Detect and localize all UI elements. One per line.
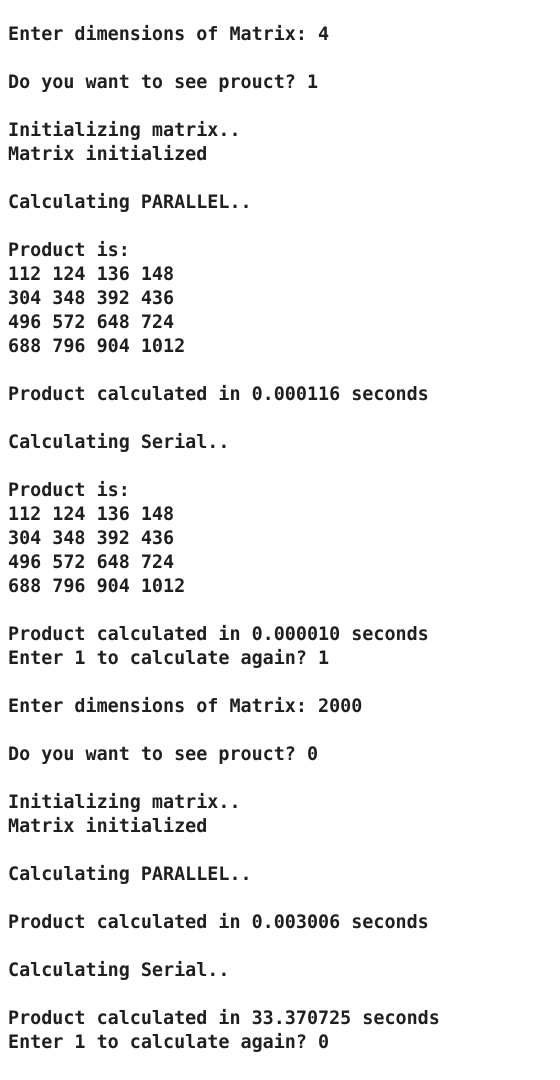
console-line: Enter 1 to calculate again? 0 (8, 1032, 330, 1053)
console-line: Calculating Serial.. (8, 960, 230, 981)
console-line: 688 796 904 1012 (8, 576, 186, 597)
console-line: 304 348 392 436 (8, 288, 175, 309)
console-line: Do you want to see prouct? 0 (8, 744, 319, 765)
console-line: 496 572 648 724 (8, 552, 175, 573)
console-line: Initializing matrix.. (8, 792, 241, 813)
console-line: Product is: (8, 480, 130, 501)
console-line: Calculating PARALLEL.. (8, 192, 252, 213)
console-line: Enter 1 to calculate again? 1 (8, 648, 330, 669)
console-line: Matrix initialized (8, 144, 208, 165)
console-line: Do you want to see prouct? 1 (8, 72, 319, 93)
console-line: 112 124 136 148 (8, 504, 175, 525)
console-line: Matrix initialized (8, 816, 208, 837)
console-line: Product calculated in 0.000116 seconds (8, 384, 429, 405)
console-line: Product calculated in 0.000010 seconds (8, 624, 429, 645)
console-line: 496 572 648 724 (8, 312, 175, 333)
console-line: Calculating PARALLEL.. (8, 864, 252, 885)
console-line: Calculating Serial.. (8, 432, 230, 453)
console-line: 304 348 392 436 (8, 528, 175, 549)
console-line: 112 124 136 148 (8, 264, 175, 285)
console-line: Enter dimensions of Matrix: 2000 (8, 696, 363, 717)
console-line: Initializing matrix.. (8, 120, 241, 141)
console-line: Product is: (8, 240, 130, 261)
console-output[interactable]: Enter dimensions of Matrix: 4 Do you wan… (0, 0, 560, 1080)
console-line: 688 796 904 1012 (8, 336, 186, 357)
console-line: Product calculated in 33.370725 seconds (8, 1008, 440, 1029)
console-line: Product calculated in 0.003006 seconds (8, 912, 429, 933)
console-line: Enter dimensions of Matrix: 4 (8, 24, 330, 45)
